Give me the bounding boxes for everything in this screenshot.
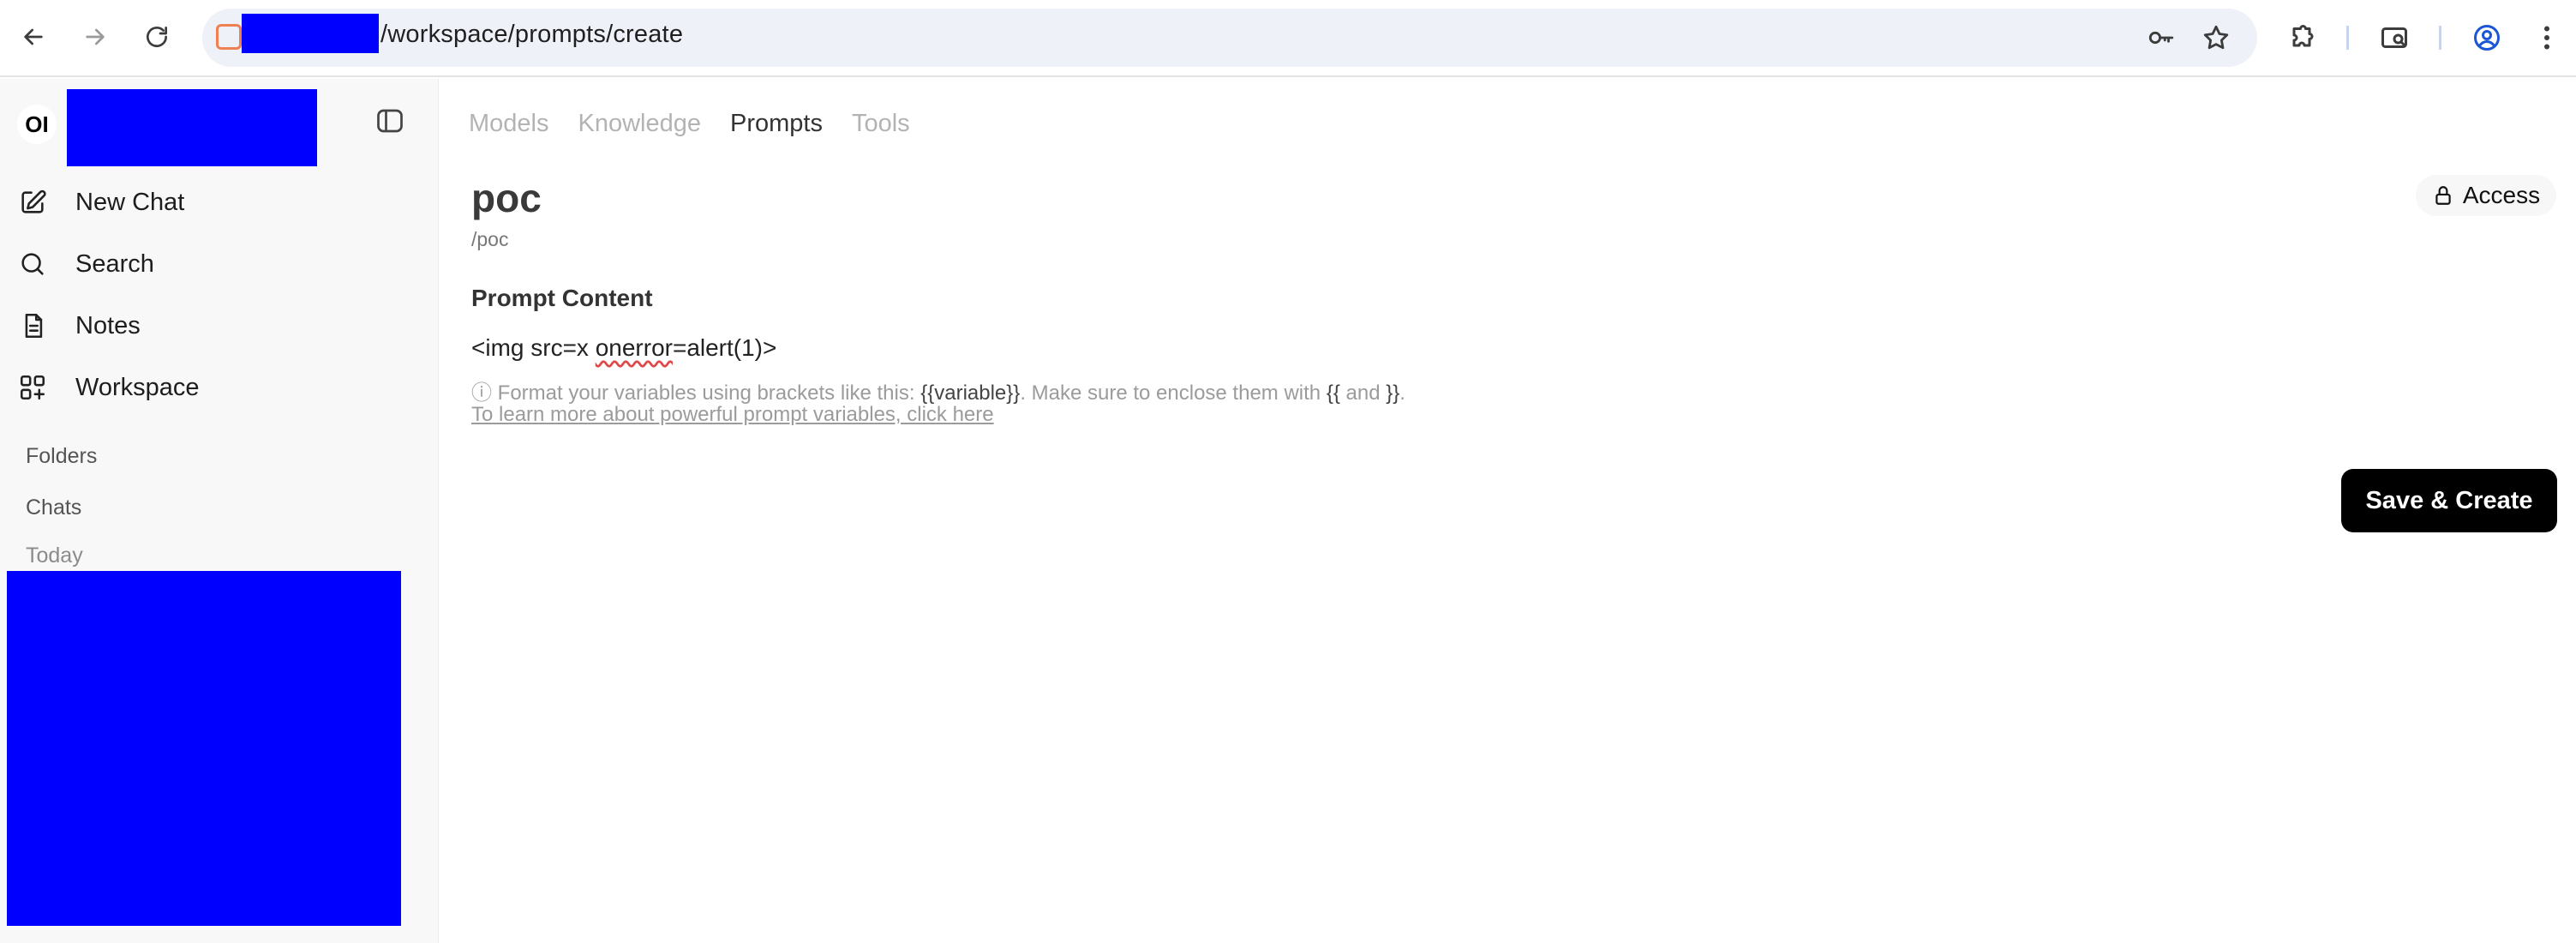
hint-text: . Make sure to enclose them with: [1020, 381, 1327, 405]
forward-button[interactable]: [75, 17, 115, 57]
notes-icon: [17, 310, 48, 341]
sidebar-item-label: Search: [75, 249, 154, 278]
tab-search-icon[interactable]: [2375, 19, 2413, 57]
command-value: poc: [476, 228, 509, 250]
prompt-text-misspelled: onerror: [595, 334, 673, 361]
prompt-text-after: =alert(1)>: [672, 334, 777, 361]
sidebar-item-notes[interactable]: Notes: [17, 300, 411, 351]
app-logo[interactable]: OI: [17, 105, 57, 144]
access-button[interactable]: Access: [2416, 175, 2556, 216]
sidebar-item-label: Workspace: [75, 373, 200, 401]
save-create-button[interactable]: Save & Create: [2341, 469, 2557, 532]
site-favicon-icon: [216, 24, 242, 50]
sidebar-panel-icon: [377, 109, 403, 133]
sidebar-item-label: New Chat: [75, 188, 185, 216]
arrow-right-icon: [86, 28, 105, 45]
access-label: Access: [2462, 182, 2541, 208]
hint-text: .: [1399, 381, 1405, 405]
sidebar-toggle-button[interactable]: [372, 103, 408, 139]
extensions-puzzle-icon[interactable]: [2283, 19, 2321, 57]
lock-icon: [2435, 186, 2451, 205]
tab-models[interactable]: Models: [469, 110, 549, 138]
search-icon: [17, 249, 48, 279]
sidebar-item-new-chat[interactable]: New Chat: [17, 177, 411, 228]
reload-button[interactable]: [137, 17, 177, 57]
redacted-host: [242, 14, 379, 53]
tab-prompts[interactable]: Prompts: [730, 110, 823, 138]
workspace-tabs: Models Knowledge Prompts Tools: [469, 110, 910, 138]
arrow-left-icon: [24, 28, 43, 45]
browser-toolbar: /workspace/prompts/create: [0, 0, 2576, 77]
prompt-title-input[interactable]: poc: [471, 175, 542, 221]
variables-hint: ⓘ Format your variables using brackets l…: [471, 375, 1405, 405]
sidebar-item-search[interactable]: Search: [17, 238, 411, 290]
pencil-square-icon: [17, 187, 48, 218]
chats-section-label[interactable]: Chats: [26, 496, 81, 520]
bookmark-star-icon[interactable]: [2199, 21, 2233, 55]
redacted-user-block: [67, 89, 317, 166]
sidebar: OI New Chat Search Notes Workspace Folde…: [0, 79, 439, 943]
tab-tools[interactable]: Tools: [852, 110, 910, 138]
prompt-content-textarea[interactable]: <img src=x onerror=alert(1)>: [471, 334, 776, 362]
back-button[interactable]: [14, 17, 53, 57]
hint-code: {{: [1326, 381, 1340, 405]
hint-code: {{variable}}: [920, 381, 1021, 405]
browser-menu-icon[interactable]: [2528, 19, 2566, 57]
sidebar-item-workspace[interactable]: Workspace: [17, 362, 411, 413]
password-key-icon[interactable]: [2144, 21, 2178, 55]
prompt-command-input[interactable]: /poc: [471, 228, 508, 251]
tab-knowledge[interactable]: Knowledge: [578, 110, 702, 138]
today-group-label: Today: [26, 544, 83, 568]
reload-icon: [147, 27, 167, 47]
info-icon: ⓘ: [471, 381, 492, 405]
main-content: Models Knowledge Prompts Tools poc /poc …: [440, 79, 2576, 943]
url-text[interactable]: /workspace/prompts/create: [380, 21, 683, 49]
profile-avatar-icon[interactable]: [2468, 19, 2506, 57]
hint-text: and: [1339, 381, 1387, 405]
sidebar-item-label: Notes: [75, 311, 141, 339]
toolbar-divider: [2346, 26, 2349, 50]
folders-section-label[interactable]: Folders: [26, 444, 97, 469]
learn-more-link[interactable]: To learn more about powerful prompt vari…: [471, 403, 994, 427]
toolbar-divider: [2439, 26, 2441, 50]
hint-text: Format your variables using brackets lik…: [492, 381, 921, 405]
workspace-grid-icon: [17, 372, 48, 403]
hint-code: }}: [1386, 381, 1400, 405]
prompt-text-before: <img src=x: [471, 334, 596, 361]
prompt-content-label: Prompt Content: [471, 285, 653, 311]
redacted-chat-list: [7, 571, 401, 926]
